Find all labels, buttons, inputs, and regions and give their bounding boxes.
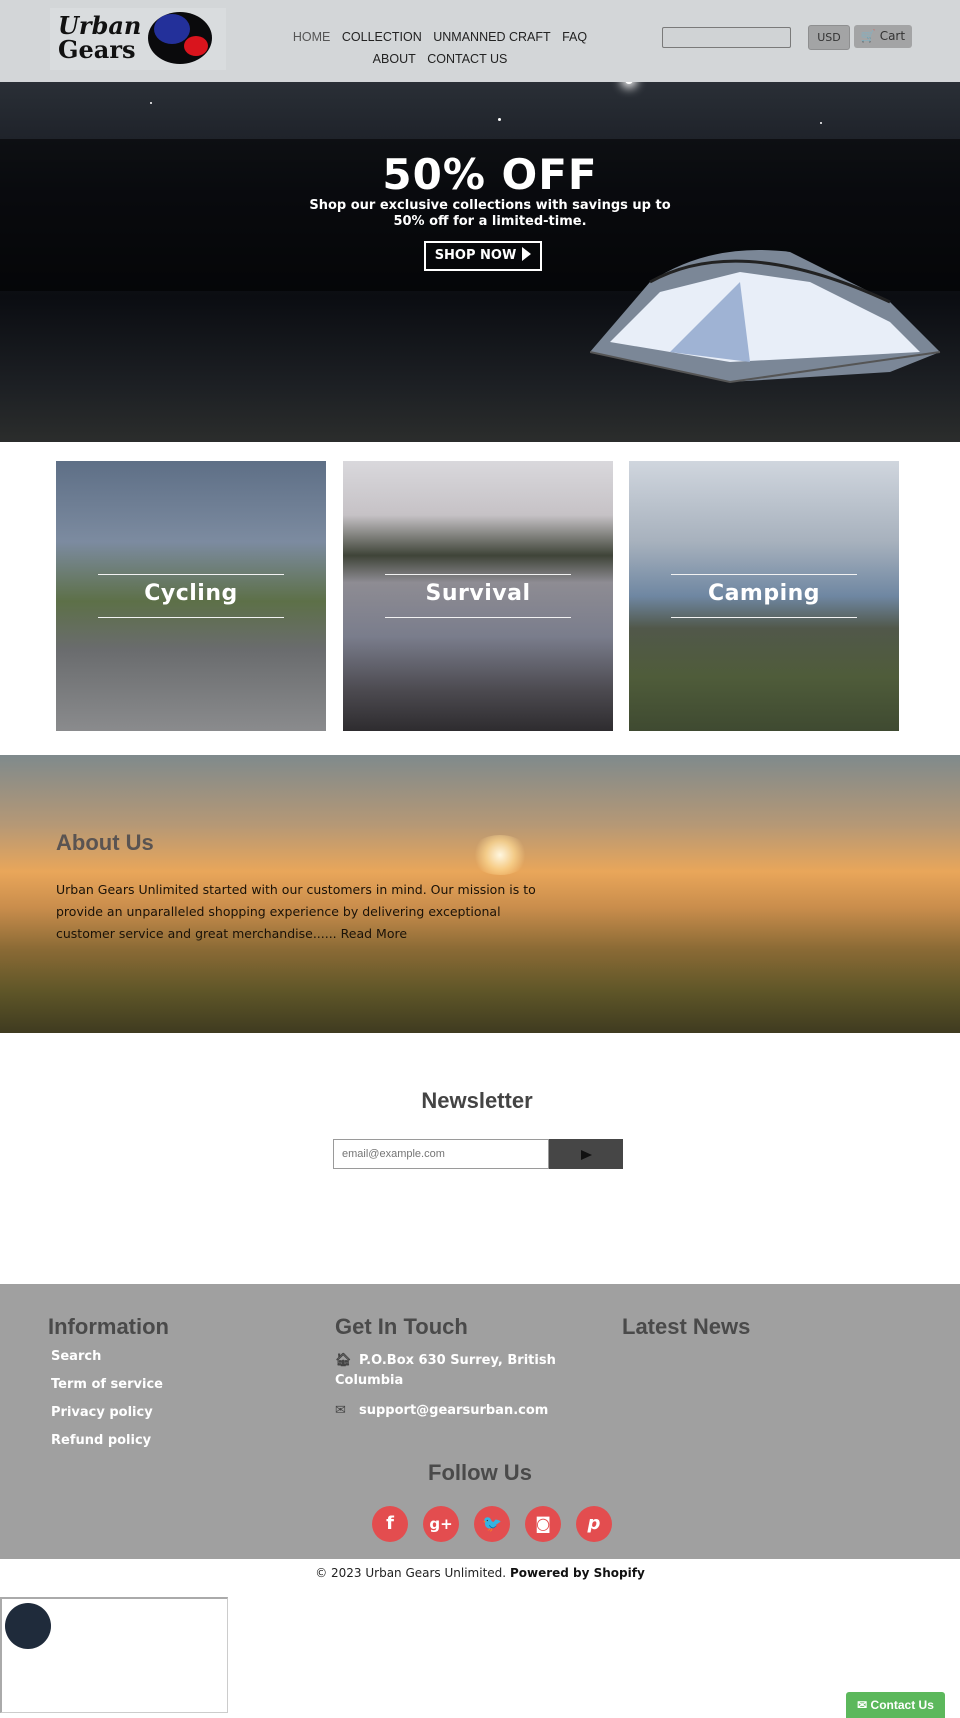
logo-text-line2: Gears xyxy=(58,35,136,64)
sun-decoration xyxy=(470,835,530,875)
divider xyxy=(671,617,857,618)
contact-us-tab[interactable]: ✉ Contact Us xyxy=(846,1692,945,1718)
category-label: Cycling xyxy=(144,581,238,606)
envelope-icon: ✉ xyxy=(335,1403,346,1418)
footer-address: 🏠︎ P.O.Box 630 Surrey, British Columbia xyxy=(335,1351,575,1391)
twitter-icon[interactable]: 🐦 xyxy=(474,1506,510,1542)
hero-subtitle: Shop our exclusive collections with savi… xyxy=(309,198,671,229)
shop-now-button[interactable]: SHOP NOW xyxy=(424,241,542,271)
star-decoration xyxy=(498,118,501,121)
footer-link-refund[interactable]: Refund policy xyxy=(51,1433,151,1448)
category-label: Survival xyxy=(425,581,531,606)
footer-news-title: Latest News xyxy=(622,1314,751,1339)
nav-faq[interactable]: FAQ xyxy=(562,30,587,44)
footer-email[interactable]: ✉ support@gearsurban.com xyxy=(335,1401,615,1421)
address-text: P.O.Box 630 Surrey, British Columbia xyxy=(335,1353,556,1388)
star-decoration xyxy=(820,122,822,124)
shop-now-label: SHOP NOW xyxy=(434,248,517,263)
powered-by-link[interactable]: Powered by Shopify xyxy=(510,1566,645,1580)
newsletter-email-input[interactable] xyxy=(333,1139,549,1169)
about-title: About Us xyxy=(56,830,154,855)
nav-collection[interactable]: COLLECTION xyxy=(342,30,422,44)
nav-home[interactable]: HOME xyxy=(293,30,331,44)
nav-about[interactable]: ABOUT xyxy=(373,52,416,66)
star-decoration xyxy=(150,102,152,104)
footer-contact-title: Get In Touch xyxy=(335,1314,468,1339)
cart-label: Cart xyxy=(879,29,906,43)
nav-unmanned-craft[interactable]: UNMANNED CRAFT xyxy=(433,30,550,44)
category-camping[interactable]: Camping xyxy=(629,461,899,731)
footer-link-terms[interactable]: Term of service xyxy=(51,1377,163,1392)
footer-information-title: Information xyxy=(48,1314,169,1339)
contact-tab-label: Contact Us xyxy=(870,1698,934,1712)
logo-mark-icon xyxy=(148,12,212,64)
facebook-icon[interactable]: f xyxy=(372,1506,408,1542)
category-label: Camping xyxy=(707,581,821,606)
currency-select[interactable]: USD xyxy=(808,25,850,50)
divider xyxy=(98,574,284,575)
divider xyxy=(671,574,857,575)
email-text[interactable]: support@gearsurban.com xyxy=(359,1403,548,1418)
about-text: Urban Gears Unlimited started with our c… xyxy=(56,879,556,945)
envelope-icon: ✉ xyxy=(857,1698,868,1712)
read-more-link[interactable]: Read More xyxy=(341,926,407,941)
shopping-cart-icon: 🛒 xyxy=(860,29,876,43)
newsletter-submit-button[interactable] xyxy=(549,1139,623,1169)
category-cycling[interactable]: Cycling xyxy=(56,461,326,731)
instagram-icon[interactable]: ◙ xyxy=(525,1506,561,1542)
divider xyxy=(385,574,571,575)
pinterest-icon[interactable]: p xyxy=(576,1506,612,1542)
hero-title: 50% OFF xyxy=(382,150,598,199)
cart-button[interactable]: 🛒 Cart xyxy=(854,25,912,48)
copyright: © 2023 Urban Gears Unlimited. Powered by… xyxy=(0,1566,960,1580)
search-input[interactable] xyxy=(662,27,791,48)
home-icon: 🏠︎ xyxy=(335,1353,352,1368)
logo[interactable]: Urban Gears xyxy=(50,8,226,70)
divider xyxy=(98,617,284,618)
star-decoration xyxy=(625,82,633,84)
follow-us-title: Follow Us xyxy=(428,1460,532,1485)
chat-avatar-icon[interactable] xyxy=(5,1603,51,1649)
about-body: Urban Gears Unlimited started with our c… xyxy=(56,882,536,941)
google-plus-icon[interactable]: g+ xyxy=(423,1506,459,1542)
tent-illustration xyxy=(590,250,941,384)
site-header: Urban Gears HOME COLLECTION UNMANNED CRA… xyxy=(0,0,960,82)
main-nav: HOME COLLECTION UNMANNED CRAFT FAQ ABOUT… xyxy=(280,26,600,70)
nav-contact-us[interactable]: CONTACT US xyxy=(427,52,507,66)
footer-link-privacy[interactable]: Privacy policy xyxy=(51,1405,153,1420)
play-triangle-icon xyxy=(522,247,532,261)
hero-banner: 50% OFF Shop our exclusive collections w… xyxy=(0,82,960,442)
send-arrow-icon xyxy=(580,1149,592,1160)
copyright-text: © 2023 Urban Gears Unlimited. xyxy=(315,1566,507,1580)
category-survival[interactable]: Survival xyxy=(343,461,613,731)
chat-widget-frame xyxy=(0,1597,228,1713)
divider xyxy=(385,617,571,618)
about-section: About Us Urban Gears Unlimited started w… xyxy=(0,755,960,1033)
footer-link-search[interactable]: Search xyxy=(51,1349,101,1364)
newsletter-title: Newsletter xyxy=(421,1088,533,1113)
